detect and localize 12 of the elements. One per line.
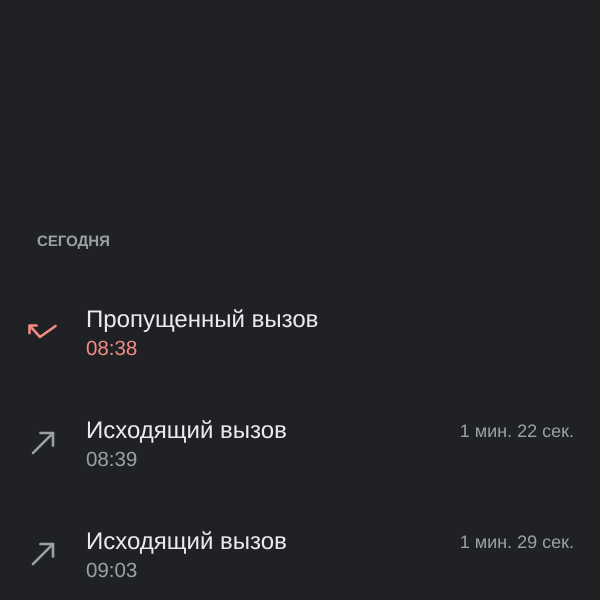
call-time: 09:03 [86,558,138,584]
call-duration: 1 мин. 22 сек. [460,420,574,443]
outgoing-call-icon [31,430,55,454]
call-time: 08:39 [86,447,138,473]
section-header: СЕГОДНЯ [37,232,110,252]
call-time: 08:38 [86,336,138,362]
missed-call-icon [28,324,57,339]
call-title: Пропущенный вызов [86,306,318,334]
call-duration: 1 мин. 29 сек. [460,531,574,554]
call-title: Исходящий вызов [86,417,287,445]
outgoing-call-icon [31,542,55,566]
call-title: Исходящий вызов [86,528,287,556]
